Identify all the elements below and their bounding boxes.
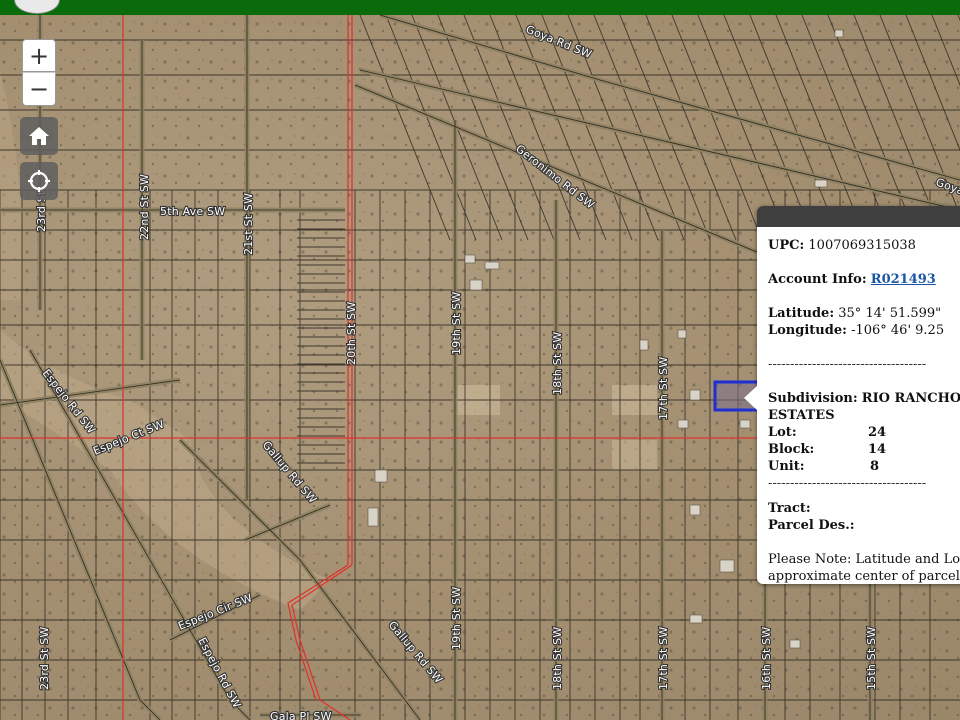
unit-label: Unit: bbox=[768, 459, 805, 474]
road-label-18th-top: 18th St SW bbox=[551, 332, 564, 395]
separator-line: ------------------------------------ bbox=[768, 357, 927, 372]
road-label-19th-top: 19th St SW bbox=[450, 292, 463, 355]
subdivision-label: Subdivision: bbox=[768, 391, 858, 406]
longitude-label: Longitude: bbox=[768, 323, 847, 338]
upc-value: 1007069315038 bbox=[808, 238, 916, 253]
longitude-value: -106° 46' 9.25 bbox=[851, 323, 945, 338]
account-label: Account Info: bbox=[768, 272, 867, 287]
header-bar bbox=[0, 0, 960, 15]
road-label-16th: 16th St SW bbox=[760, 627, 773, 690]
popup-header bbox=[757, 206, 960, 227]
zoom-out-button[interactable]: − bbox=[22, 72, 56, 106]
zoom-in-button[interactable]: + bbox=[22, 39, 56, 72]
subdivision-value-continued: ESTATES bbox=[768, 408, 835, 423]
road-label-20th: 20th St SW bbox=[345, 302, 358, 365]
separator-line-2: ------------------------------------ bbox=[768, 476, 927, 491]
road-label-17th-bottom: 17th St SW bbox=[657, 627, 670, 690]
road-label-23rd-bottom: 23rd St SW bbox=[38, 627, 51, 690]
block-row: Block: 14 bbox=[768, 441, 960, 458]
latitude-label: Latitude: bbox=[768, 306, 835, 321]
unit-row: Unit: 8 bbox=[768, 458, 960, 475]
account-row: Account Info: R021493 bbox=[768, 271, 960, 288]
city-seal-logo bbox=[14, 0, 60, 14]
parcel-description-label: Parcel Des.: bbox=[768, 518, 855, 533]
road-label-22nd: 22nd St SW bbox=[138, 174, 151, 240]
lot-row: Lot: 24 bbox=[768, 424, 960, 441]
latitude-row: Latitude: 35° 14' 51.599" bbox=[768, 305, 960, 322]
parcel-info-popup: UPC: 1007069315038 Account Info: R021493… bbox=[757, 206, 960, 584]
location-note: Please Note: Latitude and Lo is the appr… bbox=[768, 552, 960, 584]
subdivision-row: Subdivision: RIO RANCHO bbox=[768, 390, 960, 407]
lot-label: Lot: bbox=[768, 425, 797, 440]
home-button[interactable] bbox=[20, 117, 58, 155]
upc-label: UPC: bbox=[768, 238, 805, 253]
road-label-21st: 21st St SW bbox=[242, 193, 255, 255]
unit-value: 8 bbox=[870, 459, 880, 474]
road-label-17th-top: 17th St SW bbox=[657, 357, 670, 420]
road-label-19th-bottom: 19th St SW bbox=[450, 587, 463, 650]
latitude-value: 35° 14' 51.599" bbox=[838, 306, 942, 321]
plus-icon: + bbox=[28, 41, 50, 70]
locate-icon bbox=[28, 170, 50, 192]
road-label-15th: 15th St SW bbox=[865, 627, 878, 690]
block-value: 14 bbox=[868, 442, 887, 457]
block-label: Block: bbox=[768, 442, 815, 457]
lot-value: 24 bbox=[868, 425, 887, 440]
road-label-fifth-ave: 5th Ave SW bbox=[160, 205, 225, 218]
road-label-gala: Gala Pl SW bbox=[270, 710, 332, 720]
road-label-18th-bottom: 18th St SW bbox=[551, 627, 564, 690]
popup-pointer bbox=[744, 385, 758, 411]
tract-label: Tract: bbox=[768, 501, 811, 516]
account-link[interactable]: R021493 bbox=[871, 272, 936, 287]
subdivision-value: RIO RANCHO bbox=[861, 391, 960, 406]
popup-content: UPC: 1007069315038 Account Info: R021493… bbox=[757, 227, 960, 584]
home-icon bbox=[29, 127, 49, 145]
longitude-row: Longitude: -106° 46' 9.25 bbox=[768, 322, 960, 339]
locate-button[interactable] bbox=[20, 162, 58, 200]
minus-icon: − bbox=[28, 75, 50, 103]
upc-row: UPC: 1007069315038 bbox=[768, 237, 960, 254]
